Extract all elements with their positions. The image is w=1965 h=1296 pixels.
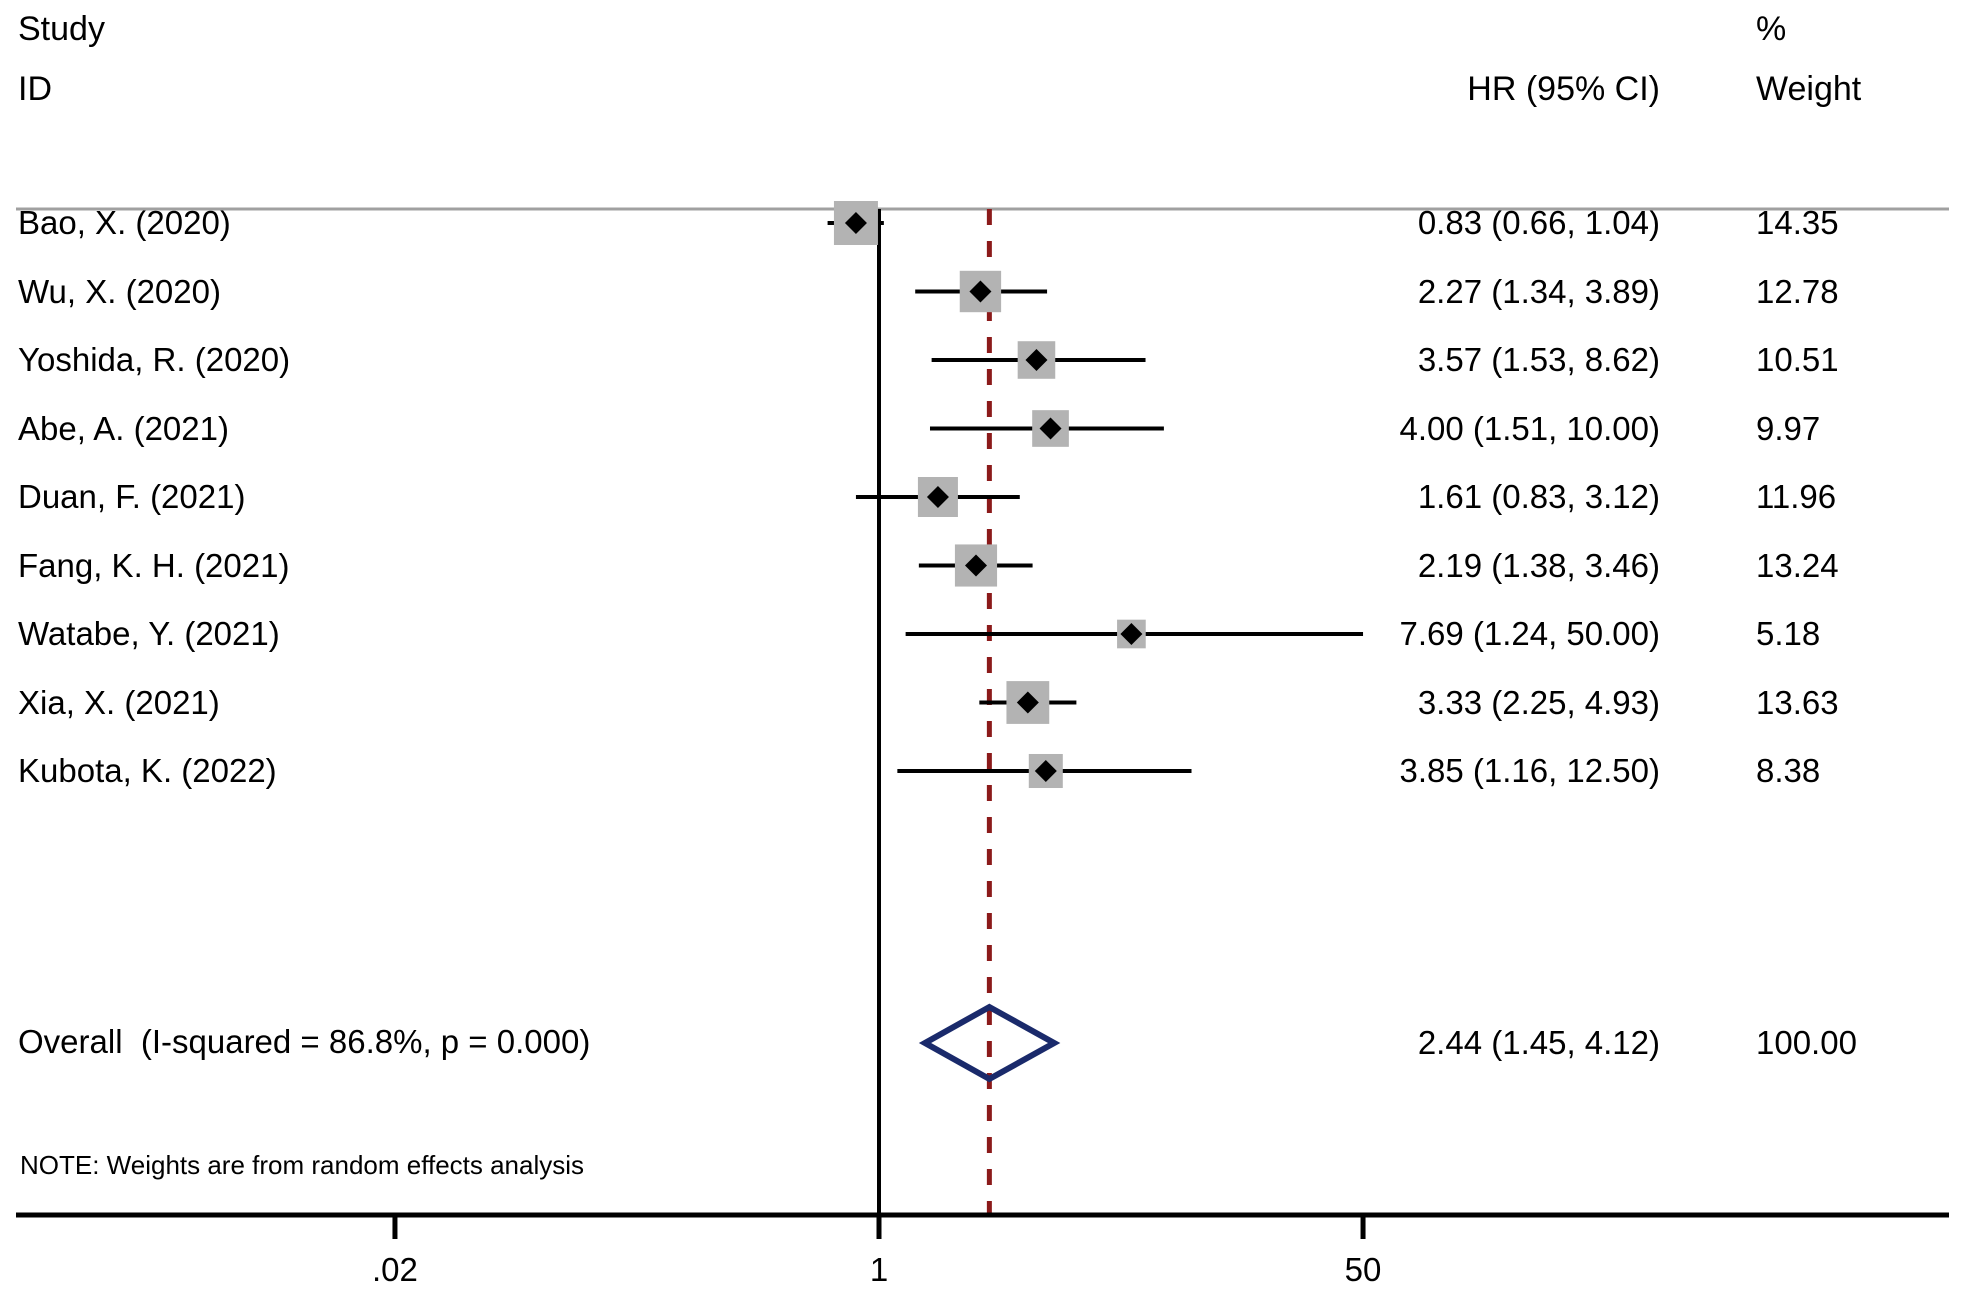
forest-graphic xyxy=(16,201,1949,1239)
forest-plot: Study ID HR (95% CI) % Weight NOTE: Weig… xyxy=(0,0,1965,1296)
